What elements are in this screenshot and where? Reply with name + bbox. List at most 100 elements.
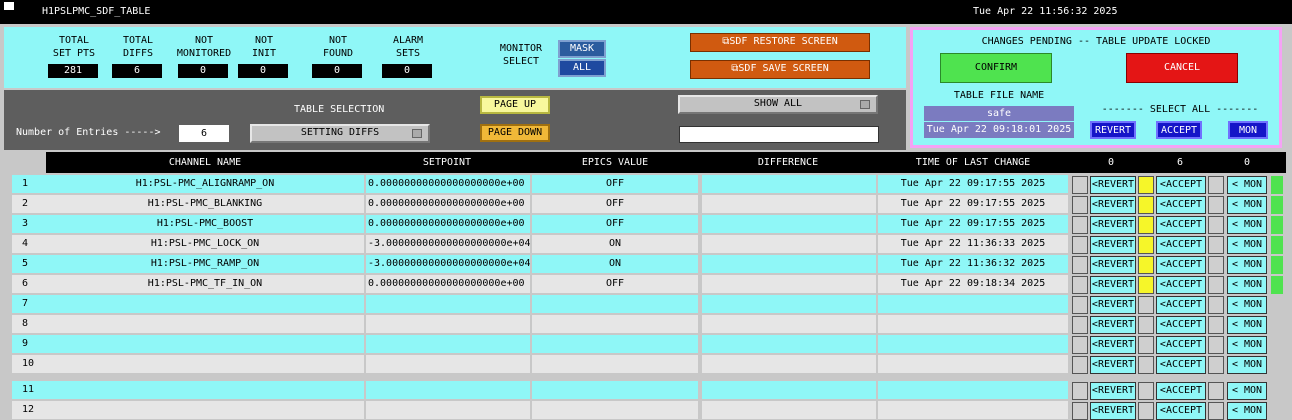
revert-button[interactable]: <REVERT <box>1090 402 1136 420</box>
revert-checkbox[interactable] <box>1072 296 1088 314</box>
revert-button[interactable]: <REVERT <box>1090 382 1136 400</box>
accept-checkbox[interactable] <box>1138 336 1154 354</box>
accept-button[interactable]: <ACCEPT <box>1156 196 1206 214</box>
accept-button[interactable]: <ACCEPT <box>1156 402 1206 420</box>
revert-checkbox[interactable] <box>1072 356 1088 374</box>
filter-input[interactable] <box>679 126 879 143</box>
row-number: 4 <box>12 235 46 253</box>
revert-checkbox[interactable] <box>1072 336 1088 354</box>
cell-setpoint <box>366 381 530 399</box>
accept-button[interactable]: <ACCEPT <box>1156 236 1206 254</box>
accept-checkbox[interactable] <box>1138 382 1154 400</box>
revert-checkbox[interactable] <box>1072 256 1088 274</box>
revert-button[interactable]: <REVERT <box>1090 296 1136 314</box>
cell-epics-value: ON <box>532 235 698 253</box>
accept-button[interactable]: <ACCEPT <box>1156 356 1206 374</box>
mon-checkbox[interactable] <box>1208 316 1224 334</box>
mon-button[interactable]: < MON <box>1227 382 1267 400</box>
accept-checkbox[interactable] <box>1138 256 1154 274</box>
revert-button[interactable]: <REVERT <box>1090 176 1136 194</box>
revert-checkbox[interactable] <box>1072 216 1088 234</box>
cell-difference <box>702 175 876 193</box>
mon-button[interactable]: < MON <box>1227 402 1267 420</box>
all-button[interactable]: ALL <box>558 59 606 77</box>
revert-button[interactable]: <REVERT <box>1090 276 1136 294</box>
mon-button[interactable]: < MON <box>1227 276 1267 294</box>
cell-setpoint: 0.00000000000000000000e+00 <box>366 215 530 233</box>
accept-checkbox[interactable] <box>1138 402 1154 420</box>
row-number: 6 <box>12 275 46 293</box>
select-all-mon-button[interactable]: MON <box>1228 121 1268 139</box>
revert-checkbox[interactable] <box>1072 316 1088 334</box>
accept-checkbox[interactable] <box>1138 296 1154 314</box>
select-all-revert-button[interactable]: REVERT <box>1090 121 1136 139</box>
mon-button[interactable]: < MON <box>1227 256 1267 274</box>
revert-button[interactable]: <REVERT <box>1090 256 1136 274</box>
mon-button[interactable]: < MON <box>1227 196 1267 214</box>
mon-button[interactable]: < MON <box>1227 336 1267 354</box>
accept-checkbox[interactable] <box>1138 236 1154 254</box>
cell-time: Tue Apr 22 09:18:34 2025 <box>878 275 1068 293</box>
mon-checkbox[interactable] <box>1208 356 1224 374</box>
mon-checkbox[interactable] <box>1208 196 1224 214</box>
accept-button[interactable]: <ACCEPT <box>1156 216 1206 234</box>
mon-checkbox[interactable] <box>1208 276 1224 294</box>
mon-checkbox[interactable] <box>1208 336 1224 354</box>
revert-checkbox[interactable] <box>1072 276 1088 294</box>
accept-button[interactable]: <ACCEPT <box>1156 276 1206 294</box>
mon-button[interactable]: < MON <box>1227 296 1267 314</box>
mon-checkbox[interactable] <box>1208 296 1224 314</box>
accept-checkbox[interactable] <box>1138 216 1154 234</box>
cell-time: Tue Apr 22 11:36:32 2025 <box>878 255 1068 273</box>
revert-button[interactable]: <REVERT <box>1090 196 1136 214</box>
cancel-button[interactable]: CANCEL <box>1126 53 1238 83</box>
page-up-button[interactable]: PAGE UP <box>480 96 550 114</box>
mon-checkbox[interactable] <box>1208 382 1224 400</box>
accept-button[interactable]: <ACCEPT <box>1156 256 1206 274</box>
accept-checkbox[interactable] <box>1138 356 1154 374</box>
mask-button[interactable]: MASK <box>558 40 606 58</box>
revert-checkbox[interactable] <box>1072 402 1088 420</box>
revert-button[interactable]: <REVERT <box>1090 216 1136 234</box>
revert-button[interactable]: <REVERT <box>1090 236 1136 254</box>
accept-button[interactable]: <ACCEPT <box>1156 336 1206 354</box>
sdf-restore-screen-button[interactable]: ⧉SDF RESTORE SCREEN <box>690 33 870 52</box>
show-filter-menu[interactable]: SHOW ALL <box>678 95 878 114</box>
page-down-button[interactable]: PAGE DOWN <box>480 124 550 142</box>
revert-button[interactable]: <REVERT <box>1090 336 1136 354</box>
sdf-save-screen-button[interactable]: ⧉SDF SAVE SCREEN <box>690 60 870 79</box>
revert-button[interactable]: <REVERT <box>1090 356 1136 374</box>
accept-checkbox[interactable] <box>1138 196 1154 214</box>
mon-checkbox[interactable] <box>1208 176 1224 194</box>
col-epics-value: EPICS VALUE <box>530 152 700 173</box>
mon-checkbox[interactable] <box>1208 402 1224 420</box>
mon-checkbox[interactable] <box>1208 236 1224 254</box>
accept-button[interactable]: <ACCEPT <box>1156 176 1206 194</box>
mon-button[interactable]: < MON <box>1227 356 1267 374</box>
revert-checkbox[interactable] <box>1072 236 1088 254</box>
mon-button[interactable]: < MON <box>1227 316 1267 334</box>
mon-checkbox[interactable] <box>1208 256 1224 274</box>
revert-button[interactable]: <REVERT <box>1090 316 1136 334</box>
revert-checkbox[interactable] <box>1072 382 1088 400</box>
cell-epics-value: OFF <box>532 215 698 233</box>
accept-checkbox[interactable] <box>1138 276 1154 294</box>
mon-button[interactable]: < MON <box>1227 216 1267 234</box>
revert-checkbox[interactable] <box>1072 196 1088 214</box>
cell-setpoint <box>366 401 530 419</box>
mon-button[interactable]: < MON <box>1227 236 1267 254</box>
mon-checkbox[interactable] <box>1208 216 1224 234</box>
confirm-button[interactable]: CONFIRM <box>940 53 1052 83</box>
current-datetime: Tue Apr 22 11:56:32 2025 <box>973 6 1118 17</box>
table-selection-menu[interactable]: SETTING DIFFS <box>250 124 430 143</box>
select-all-accept-button[interactable]: ACCEPT <box>1156 121 1202 139</box>
cell-setpoint <box>366 335 530 353</box>
revert-checkbox[interactable] <box>1072 176 1088 194</box>
accept-button[interactable]: <ACCEPT <box>1156 296 1206 314</box>
accept-checkbox[interactable] <box>1138 176 1154 194</box>
window-menu-icon[interactable] <box>4 2 14 10</box>
accept-button[interactable]: <ACCEPT <box>1156 316 1206 334</box>
accept-button[interactable]: <ACCEPT <box>1156 382 1206 400</box>
mon-button[interactable]: < MON <box>1227 176 1267 194</box>
accept-checkbox[interactable] <box>1138 316 1154 334</box>
